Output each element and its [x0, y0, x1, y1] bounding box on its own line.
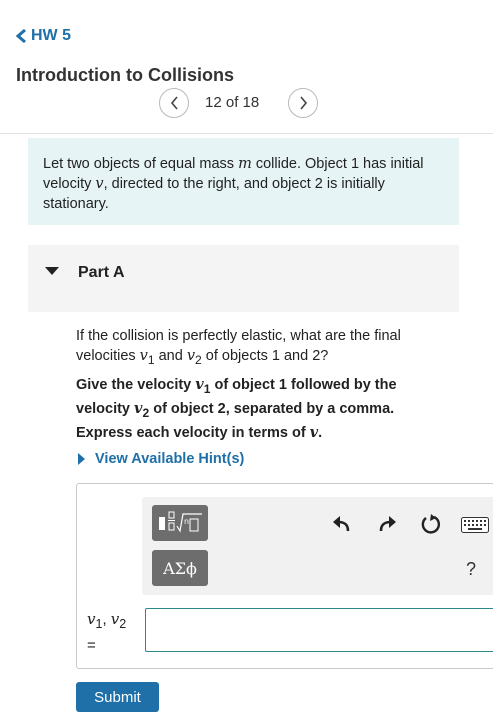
greek-symbols-button[interactable]: ΑΣϕ	[152, 550, 208, 586]
svg-text:n: n	[184, 517, 189, 526]
undo-button[interactable]	[330, 512, 354, 536]
templates-icon: n	[159, 511, 202, 533]
caret-right-icon	[78, 453, 85, 465]
part-title[interactable]: Part A	[78, 264, 125, 282]
answer-input[interactable]	[145, 608, 493, 652]
view-hints-link[interactable]: View Available Hint(s)	[78, 451, 244, 467]
back-link-label: HW 5	[31, 27, 71, 44]
undo-icon	[333, 516, 350, 532]
chevron-left-icon	[170, 96, 178, 110]
item-counter: 12 of 18	[205, 94, 260, 111]
previous-item-button[interactable]	[159, 88, 189, 118]
problem-intro-text: Let two objects of equal mass m collide.…	[43, 156, 424, 212]
hint-label: View Available Hint(s)	[95, 451, 245, 467]
back-link[interactable]: HW 5	[16, 27, 71, 45]
reset-icon	[421, 514, 441, 534]
caret-down-icon[interactable]	[45, 267, 59, 275]
redo-button[interactable]	[375, 512, 399, 536]
redo-icon	[379, 516, 396, 532]
next-item-button[interactable]	[288, 88, 318, 118]
header-divider	[0, 133, 493, 134]
templates-button[interactable]: n	[152, 505, 208, 541]
submit-button[interactable]: Submit	[76, 682, 159, 712]
page-title: Introduction to Collisions	[16, 65, 234, 85]
help-button[interactable]: ?	[466, 559, 476, 580]
question-text: If the collision is perfectly elastic, w…	[76, 328, 401, 367]
reset-button[interactable]	[418, 511, 444, 537]
keyboard-button[interactable]	[460, 515, 490, 535]
keyboard-icon	[461, 517, 489, 533]
answer-instructions: Give the velocity v1 of object 1 followe…	[76, 376, 397, 441]
chevron-right-icon	[299, 96, 307, 110]
answer-label: v1, v2 =	[87, 610, 127, 654]
chevron-left-icon	[16, 29, 26, 43]
